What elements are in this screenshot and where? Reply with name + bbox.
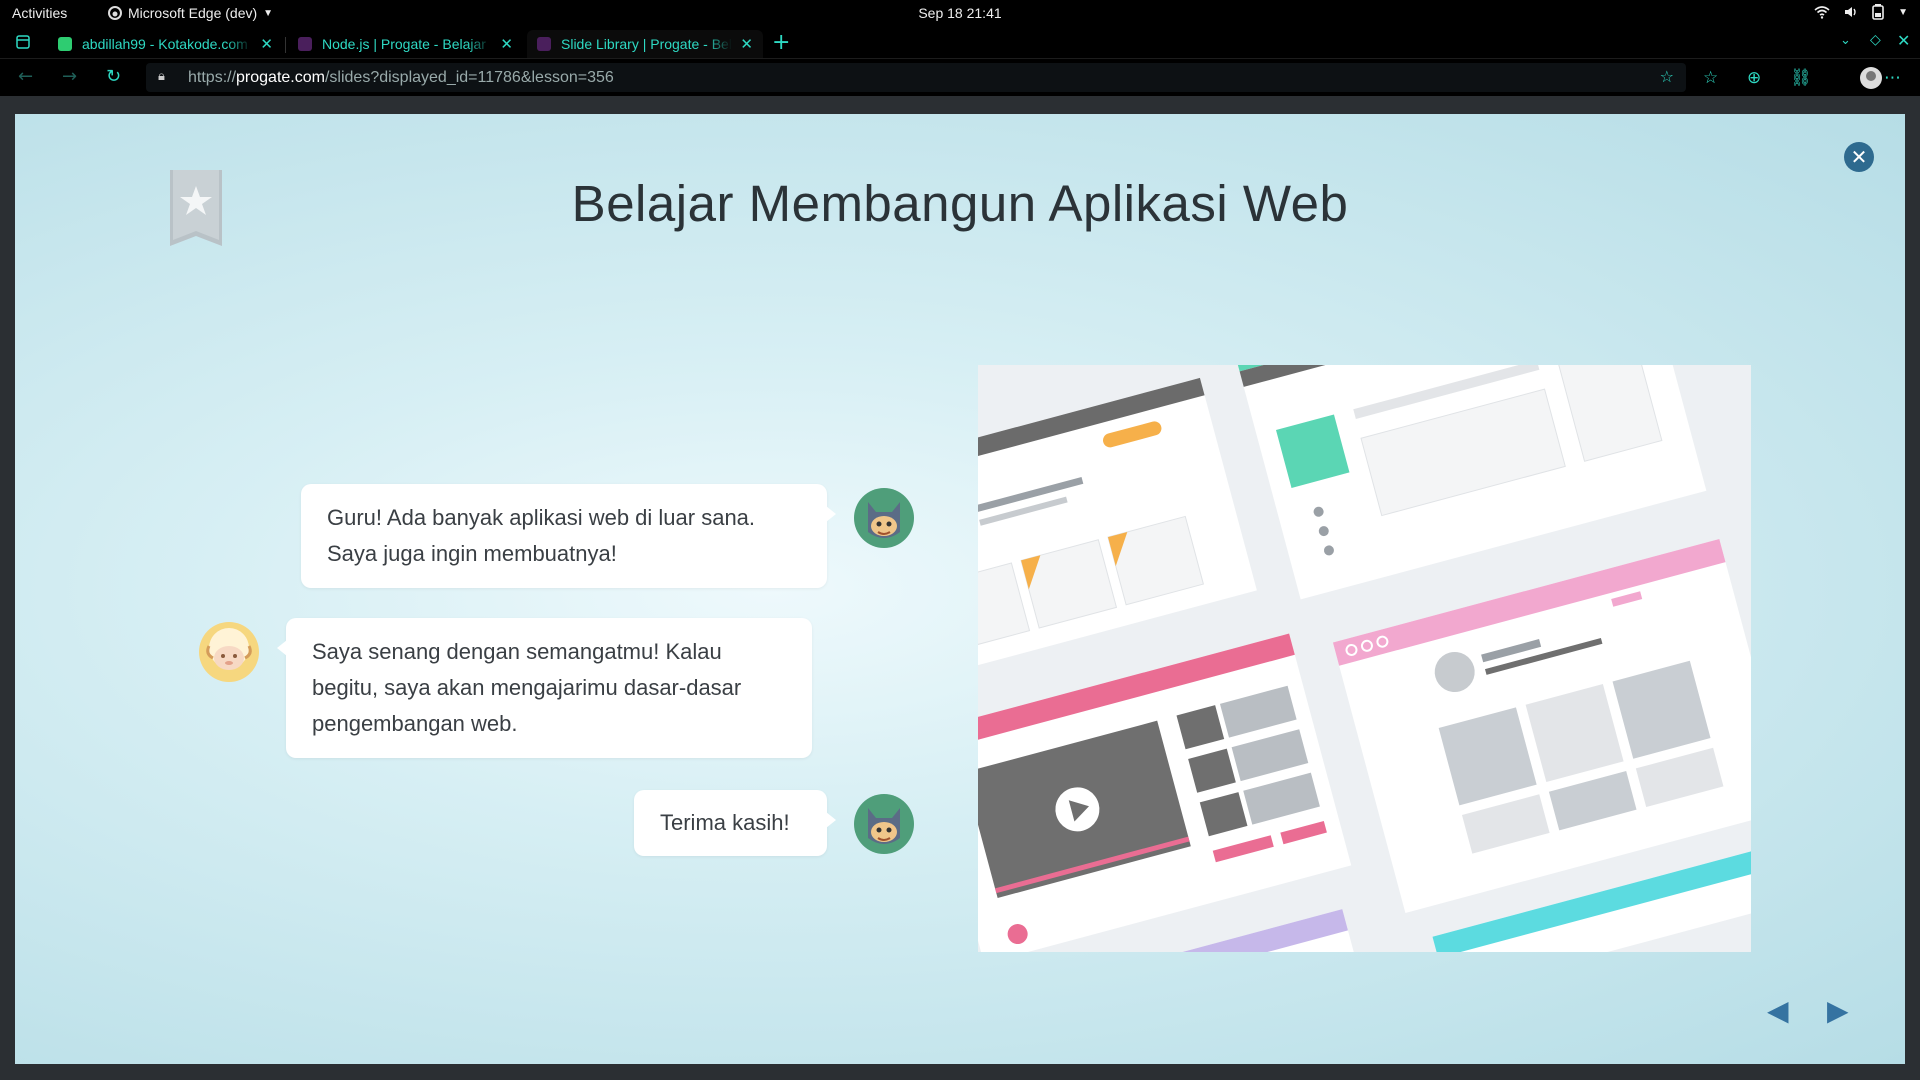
dialog-bubble-teacher: Saya senang dengan semangatmu! Kalau beg… bbox=[277, 618, 812, 758]
more-menu-icon[interactable]: ⋯ bbox=[1884, 68, 1901, 88]
close-icon[interactable]: ✕ bbox=[260, 35, 273, 53]
close-icon[interactable]: ✕ bbox=[500, 35, 513, 53]
back-icon[interactable]: ← bbox=[18, 68, 33, 86]
edge-icon bbox=[108, 6, 122, 20]
app-menu[interactable]: Microsoft Edge (dev) ▼ bbox=[108, 5, 273, 21]
tab-title: Node.js | Progate - Belajar bbox=[322, 36, 486, 52]
close-window-icon[interactable]: ✕ bbox=[1897, 31, 1910, 50]
tab-title: Slide Library | Progate - Belajar bbox=[561, 36, 732, 52]
dialog-bubble-student-2: Terima kasih! bbox=[634, 790, 836, 856]
dialog-line: begitu, saya akan mengajarimu dasar-dasa… bbox=[312, 675, 742, 700]
navigation-bar: ← → ↻ 🔒︎ https://progate.com/slides?disp… bbox=[0, 59, 1920, 96]
dialog-bubble-student-1: Guru! Ada banyak aplikasi web di luar sa… bbox=[301, 484, 836, 588]
address-bar[interactable]: 🔒︎ https://progate.com/slides?displayed_… bbox=[146, 63, 1686, 92]
dialog-line: Guru! Ada banyak aplikasi web di luar sa… bbox=[327, 505, 756, 530]
collections-icon[interactable]: ⊕ bbox=[1747, 68, 1761, 88]
previous-slide-icon[interactable]: ◀ bbox=[1767, 994, 1789, 1027]
tab-kotakode[interactable]: abdillah99 - Kotakode.com ✕ bbox=[48, 30, 283, 58]
share-icon[interactable]: ⛓ bbox=[1790, 68, 1812, 88]
dialog-line: Terima kasih! bbox=[660, 810, 790, 835]
system-top-bar: Activities Microsoft Edge (dev) ▼ Sep 18… bbox=[0, 0, 1920, 27]
lock-icon: 🔒︎ bbox=[158, 69, 165, 84]
tab-strip: abdillah99 - Kotakode.com ✕ Node.js | Pr… bbox=[0, 27, 1920, 59]
slide-modal: Belajar Membangun Aplikasi Web ✕ Guru! A… bbox=[15, 114, 1905, 1064]
favorites-icon[interactable]: ☆ bbox=[1703, 68, 1718, 88]
new-tab-icon[interactable]: + bbox=[772, 30, 790, 55]
activities-button[interactable]: Activities bbox=[12, 5, 67, 21]
web-apps-illustration bbox=[978, 365, 1751, 952]
profile-avatar[interactable] bbox=[1860, 67, 1882, 89]
dialog-line: Saya senang dengan semangatmu! Kalau bbox=[312, 639, 722, 664]
student-avatar bbox=[854, 794, 914, 854]
progate-favicon-icon bbox=[298, 37, 312, 51]
forward-icon[interactable]: → bbox=[62, 68, 77, 86]
battery-icon bbox=[1872, 4, 1884, 20]
dialog-line: pengembangan web. bbox=[312, 711, 518, 736]
next-slide-icon[interactable]: ▶ bbox=[1827, 994, 1849, 1027]
tab-actions-icon[interactable] bbox=[16, 35, 30, 49]
add-favorite-icon[interactable]: ☆ bbox=[1660, 67, 1674, 86]
app-name: Microsoft Edge (dev) bbox=[128, 5, 258, 21]
reload-icon[interactable]: ↻ bbox=[106, 68, 121, 86]
url-text[interactable]: https://progate.com/slides?displayed_id=… bbox=[188, 69, 614, 87]
dialog-line: Saya juga ingin membuatnya! bbox=[327, 541, 617, 566]
diamond-icon[interactable]: ◇ bbox=[1870, 32, 1881, 48]
close-icon[interactable]: ✕ bbox=[740, 35, 753, 53]
wifi-icon bbox=[1814, 6, 1830, 19]
student-avatar bbox=[854, 488, 914, 548]
volume-icon bbox=[1845, 7, 1856, 17]
close-button[interactable]: ✕ bbox=[1844, 142, 1874, 172]
chevron-down-icon[interactable]: ⌄ bbox=[1840, 33, 1851, 48]
tab-slide-library[interactable]: Slide Library | Progate - Belajar ✕ bbox=[527, 30, 763, 58]
kotakode-favicon-icon bbox=[58, 37, 72, 51]
system-tray[interactable]: ▼ bbox=[1814, 4, 1908, 20]
clock[interactable]: Sep 18 21:41 bbox=[0, 5, 1920, 21]
chevron-down-icon: ▼ bbox=[1898, 6, 1908, 18]
teacher-avatar bbox=[199, 622, 259, 682]
tab-title: abdillah99 - Kotakode.com bbox=[82, 36, 248, 52]
progate-favicon-icon bbox=[537, 37, 551, 51]
chevron-down-icon: ▼ bbox=[263, 7, 274, 19]
slide-title: Belajar Membangun Aplikasi Web bbox=[571, 175, 1349, 232]
tab-nodejs[interactable]: Node.js | Progate - Belajar ✕ bbox=[288, 30, 523, 58]
